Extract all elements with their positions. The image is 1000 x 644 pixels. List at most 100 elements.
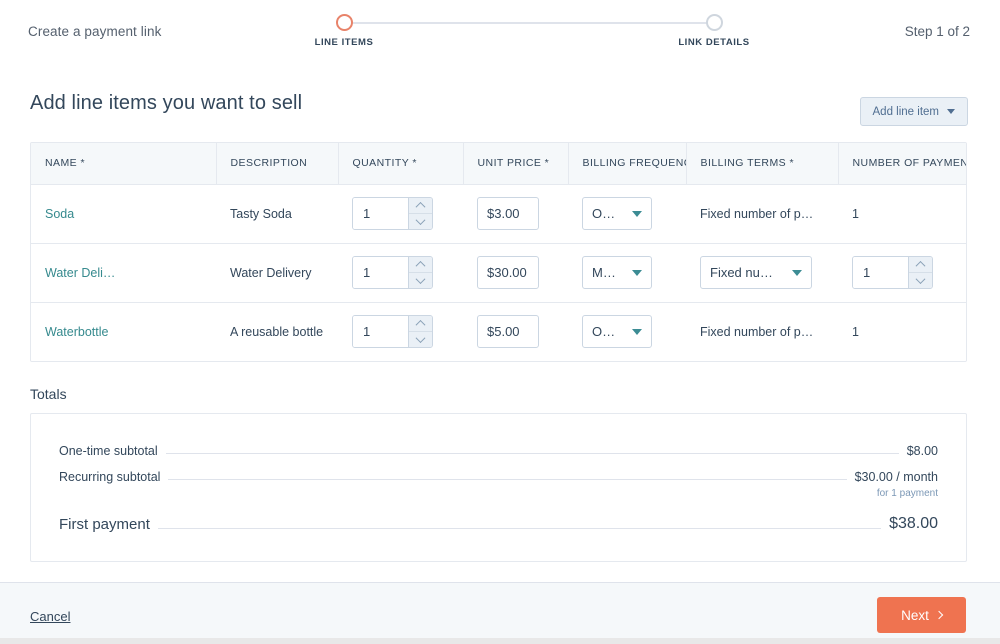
stepper-buttons xyxy=(408,316,432,348)
stepper-increment-button[interactable] xyxy=(909,257,932,273)
chevron-up-icon xyxy=(415,260,426,271)
billing-frequency-value: O… xyxy=(592,206,616,221)
column-header-quantity: QUANTITY * xyxy=(338,143,464,185)
cell-description: Water Delivery xyxy=(216,243,338,303)
totals-row-one-time-subtotal: One-time subtotal $8.00 xyxy=(59,444,938,458)
unit-price-input[interactable]: $3.00 xyxy=(477,197,539,230)
line-items-table-container: NAME * DESCRIPTION QUANTITY * UNIT PRICE… xyxy=(30,142,967,362)
chevron-down-icon xyxy=(632,269,642,276)
stepper-decrement-button[interactable] xyxy=(909,273,932,288)
stepper-step-label: LINK DETAILS xyxy=(678,37,750,48)
chevron-right-icon xyxy=(934,610,944,620)
quantity-stepper[interactable]: 1 xyxy=(352,197,433,230)
next-button-label: Next xyxy=(901,607,929,623)
number-of-payments-stepper[interactable]: 1 xyxy=(852,256,933,289)
wizard-title: Create a payment link xyxy=(28,24,162,39)
quantity-input[interactable]: 1 xyxy=(353,257,408,288)
chevron-down-icon xyxy=(915,274,926,285)
stepper-step-link-details[interactable]: LINK DETAILS xyxy=(654,12,774,48)
quantity-stepper[interactable]: 1 xyxy=(352,256,433,289)
cell-unit-price: $3.00 xyxy=(463,184,568,244)
cell-billing-terms: Fixed nu… xyxy=(686,243,838,303)
table-body: Soda Tasty Soda 1 $3.00 O… Fixed number … xyxy=(31,184,966,361)
billing-frequency-select[interactable]: O… xyxy=(582,197,652,230)
totals-card: One-time subtotal $8.00 Recurring subtot… xyxy=(30,413,967,562)
column-header-billing-terms: BILLING TERMS * xyxy=(686,143,839,185)
chevron-up-icon xyxy=(915,260,926,271)
payment-link-wizard: Create a payment link LINE ITEMS LINK DE… xyxy=(0,0,1000,644)
column-header-number-of-payments: NUMBER OF PAYMENTS xyxy=(838,143,966,185)
add-line-item-button[interactable]: Add line item xyxy=(859,97,968,126)
stepper-step-line-items[interactable]: LINE ITEMS xyxy=(284,12,404,48)
stepper-buttons xyxy=(408,198,432,229)
window-bottom-strip xyxy=(0,638,1000,644)
cancel-link[interactable]: Cancel xyxy=(30,609,70,624)
stepper-buttons xyxy=(408,257,432,288)
stepper-decrement-button[interactable] xyxy=(409,332,432,347)
column-header-description: DESCRIPTION xyxy=(216,143,339,185)
cell-name: Soda xyxy=(31,184,216,244)
step-dot-active-icon xyxy=(335,14,353,31)
line-items-table: NAME * DESCRIPTION QUANTITY * UNIT PRICE… xyxy=(31,143,966,361)
billing-frequency-select[interactable]: M… xyxy=(582,256,652,289)
quantity-stepper[interactable]: 1 xyxy=(352,315,433,349)
totals-leader-line xyxy=(157,528,882,529)
billing-frequency-value: M… xyxy=(592,265,616,280)
stepper-decrement-button[interactable] xyxy=(409,214,432,229)
chevron-up-icon xyxy=(415,320,426,331)
cell-billing-frequency: O… xyxy=(568,184,686,244)
cell-billing-terms: Fixed number of p… xyxy=(686,302,838,361)
totals-row-value: $8.00 xyxy=(906,444,938,458)
table-header-row: NAME * DESCRIPTION QUANTITY * UNIT PRICE… xyxy=(31,143,966,185)
line-item-name-link[interactable]: Soda xyxy=(45,207,74,221)
wizard-header: Create a payment link LINE ITEMS LINK DE… xyxy=(0,0,1000,64)
totals-list: One-time subtotal $8.00 Recurring subtot… xyxy=(31,414,966,533)
stepper-decrement-button[interactable] xyxy=(409,273,432,288)
column-header-billing-frequency: BILLING FREQUENCY xyxy=(568,143,687,185)
chevron-down-icon xyxy=(415,215,426,226)
totals-row-label: One-time subtotal xyxy=(59,444,158,458)
totals-row-note: for 1 payment xyxy=(876,488,938,499)
stepper-increment-button[interactable] xyxy=(409,198,432,214)
chevron-down-icon xyxy=(415,333,426,344)
chevron-down-icon xyxy=(415,274,426,285)
step-counter: Step 1 of 2 xyxy=(904,24,970,39)
next-button[interactable]: Next xyxy=(877,597,966,633)
cell-number-of-payments: 1 xyxy=(838,243,966,303)
step-dot-inactive-icon xyxy=(705,14,723,31)
cell-name: Waterbottle xyxy=(31,302,216,361)
unit-price-input[interactable]: $5.00 xyxy=(477,315,539,349)
totals-row-value: $38.00 xyxy=(889,515,938,532)
billing-frequency-value: O… xyxy=(592,324,616,340)
totals-row-value: $30.00 / month xyxy=(854,470,938,484)
line-item-name-link[interactable]: Waterbottle xyxy=(45,325,108,339)
unit-price-input[interactable]: $30.00 xyxy=(477,256,539,289)
table-header: NAME * DESCRIPTION QUANTITY * UNIT PRICE… xyxy=(31,143,966,185)
number-of-payments-input[interactable]: 1 xyxy=(853,257,908,288)
totals-row-label: First payment xyxy=(59,516,150,533)
main-content: Add line items you want to sell Add line… xyxy=(0,64,1000,582)
cell-billing-frequency: O… xyxy=(568,302,686,361)
cell-number-of-payments: 1 xyxy=(838,184,966,244)
stepper-increment-button[interactable] xyxy=(409,316,432,333)
wizard-footer: Cancel Next xyxy=(0,582,1000,644)
billing-terms-select[interactable]: Fixed nu… xyxy=(700,256,812,289)
chevron-down-icon xyxy=(632,328,642,335)
billing-frequency-select[interactable]: O… xyxy=(582,315,652,349)
table-row: Waterbottle A reusable bottle 1 $5.00 O…… xyxy=(31,302,966,361)
cell-billing-terms: Fixed number of p… xyxy=(686,184,838,244)
quantity-input[interactable]: 1 xyxy=(353,316,408,348)
cell-quantity: 1 xyxy=(338,243,463,303)
cell-name: Water Deli… xyxy=(31,243,216,303)
table-row: Soda Tasty Soda 1 $3.00 O… Fixed number … xyxy=(31,184,966,244)
cell-quantity: 1 xyxy=(338,302,463,361)
totals-leader-line xyxy=(168,479,847,480)
stepper-increment-button[interactable] xyxy=(409,257,432,273)
page-title: Add line items you want to sell xyxy=(30,92,303,114)
totals-heading: Totals xyxy=(30,386,67,402)
line-item-name-link[interactable]: Water Deli… xyxy=(45,266,115,280)
quantity-input[interactable]: 1 xyxy=(353,198,408,229)
cell-billing-frequency: M… xyxy=(568,243,686,303)
chevron-up-icon xyxy=(415,201,426,212)
chevron-down-icon xyxy=(792,269,802,276)
